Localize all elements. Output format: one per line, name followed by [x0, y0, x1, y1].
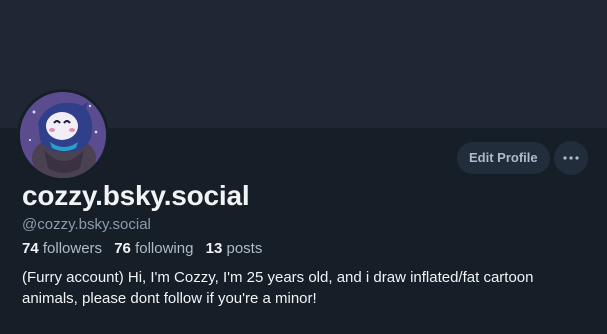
followers-label: followers [42, 240, 103, 257]
following-count: 76 [114, 240, 131, 257]
display-name: cozzy.bsky.social [22, 180, 250, 211]
following-stat[interactable]: 76 following [114, 240, 193, 257]
profile-stats: 74 followers 76 following 13 posts [22, 240, 270, 257]
edit-profile-button[interactable]: Edit Profile [457, 142, 550, 174]
posts-count: 13 [205, 240, 223, 257]
posts-stat: 13 posts [206, 240, 263, 257]
followers-count: 74 [22, 240, 39, 257]
more-options-button[interactable] [554, 141, 588, 175]
following-label: following [135, 240, 194, 257]
ellipsis-icon [563, 156, 579, 160]
avatar[interactable] [17, 89, 109, 181]
avatar-image [20, 92, 106, 178]
handle: @cozzy.bsky.social [22, 216, 151, 233]
followers-stat[interactable]: 74 followers [22, 240, 102, 257]
profile-bio: (Furry account) Hi, I'm Cozzy, I'm 25 ye… [22, 269, 534, 307]
posts-label: posts [226, 240, 263, 257]
